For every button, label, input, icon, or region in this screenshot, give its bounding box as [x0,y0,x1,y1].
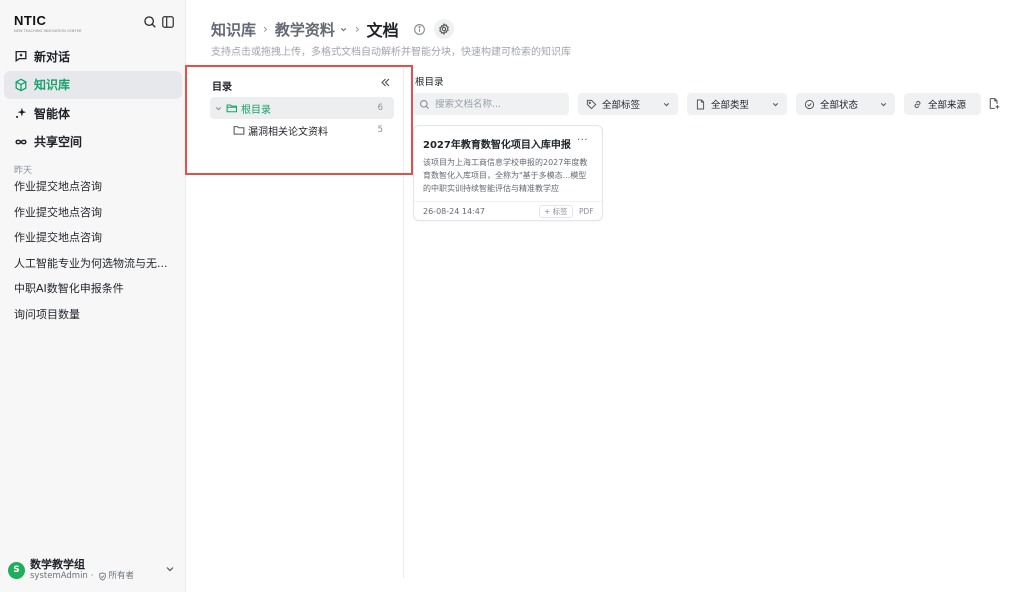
user-meta: systemAdmin · 所有者 [30,571,134,582]
infinity-icon [14,135,28,149]
nav-item-new-chat[interactable]: 新对话 [4,42,182,70]
tree-item-count: 6 [377,103,383,113]
chevron-down-icon [880,102,887,106]
chevron-down-icon[interactable] [339,25,348,34]
chat-icon [14,49,28,63]
chat-history-list: 作业提交地点咨询 作业提交地点咨询 作业提交地点咨询 人工智能专业为何选物流与无… [0,174,186,328]
nav-label: 智能体 [34,106,71,121]
history-item[interactable]: 询问项目数量 [0,302,186,328]
filter-label: 全部标签 [602,100,641,111]
page-title: 文档 [366,21,399,40]
filter-source-dropdown[interactable]: 全部来源 [904,93,981,115]
check-circle-icon [804,99,815,109]
tree-item-root[interactable]: 根目录 6 [210,97,394,119]
history-item[interactable]: 作业提交地点咨询 [0,200,186,226]
more-options-icon[interactable]: ··· [577,135,588,146]
tree-item-label: 漏洞相关论文资料 [248,126,328,138]
nav-item-shared-space[interactable]: 共享空间 [4,128,182,156]
breadcrumb: 知识库 › 教学资料 › 文档 [211,17,454,41]
nav-label: 共享空间 [34,135,83,149]
info-icon[interactable] [413,23,426,36]
nav-item-knowledge-base[interactable]: 知识库 [4,70,182,99]
history-item[interactable]: 中职AI数智化申报条件 [0,276,186,302]
filter-label: 全部类型 [711,100,750,111]
folder-open-icon [226,104,238,113]
tag-icon [586,99,597,109]
main-nav: 新对话 知识库 智能体 共享空间 [4,42,182,156]
gear-icon [438,23,449,35]
filter-label: 全部来源 [928,100,967,111]
history-item[interactable]: 作业提交地点咨询 [0,174,186,200]
directory-panel: 目录 根目录 6 漏洞相关论文资料 5 [186,66,404,578]
user-account: systemAdmin [30,571,88,581]
breadcrumb-knowledge-base[interactable]: 教学资料 [275,19,335,40]
folder-icon [233,126,245,135]
file-icon [696,99,705,109]
sidebar: NTIC NEW TEACHING INNOVATION CENTER 新对话 … [0,0,186,592]
history-item[interactable]: 人工智能专业为何选物流与无... [0,251,186,277]
document-description: 该项目为上海工商信息学校申报的2027年度教育数智化入库项目，全称为"基于多模态… [423,158,588,193]
document-type-badge: PDF [579,207,594,216]
search-input[interactable] [435,98,565,110]
filter-type-dropdown[interactable]: 全部类型 [687,93,787,115]
avatar: S [8,561,25,579]
nav-label: 知识库 [34,78,71,92]
logo-tagline: NEW TEACHING INNOVATION CENTER [14,28,82,33]
add-tag-button[interactable]: + 标签 [539,205,573,218]
user-name: 数学教学组 [30,558,85,571]
current-folder-label: 根目录 [415,77,444,88]
chevron-down-icon [663,102,670,106]
sidebar-toggle-icon[interactable] [161,15,175,29]
filter-status-dropdown[interactable]: 全部状态 [796,93,895,115]
user-info: 数学教学组 systemAdmin · 所有者 [30,558,134,582]
shield-icon [98,572,106,581]
settings-button[interactable] [433,19,454,39]
search-icon[interactable] [143,15,157,29]
logo-text: NTIC [14,13,47,28]
nav-item-agents[interactable]: 智能体 [4,99,182,127]
directory-title: 目录 [212,82,232,93]
document-search[interactable] [413,93,569,115]
collapse-left-icon[interactable] [380,77,391,88]
page-subtitle: 支持点击或拖拽上传，多格式文档自动解析并智能分块，快速构建可检索的知识库 [211,47,571,58]
document-date: 26-08-24 14:47 [423,207,485,216]
cube-icon [14,78,28,92]
user-role: 所有者 [108,571,135,581]
link-icon [914,100,921,108]
document-title: 2027年教育数智化项目入库申报 [423,140,571,151]
filter-label: 全部状态 [820,100,859,111]
nav-label: 新对话 [34,49,71,64]
app-logo[interactable]: NTIC NEW TEACHING INNOVATION CENTER [14,13,89,33]
chevron-down-icon[interactable] [214,104,223,113]
search-icon [419,99,430,109]
upload-file-icon[interactable] [988,97,1000,110]
document-card[interactable]: 2027年教育数智化项目入库申报 ··· 该项目为上海工商信息学校申报的2027… [413,125,603,221]
user-profile[interactable]: S 数学教学组 systemAdmin · 所有者 [8,556,180,584]
chevron-down-icon [166,567,174,572]
filter-tags-dropdown[interactable]: 全部标签 [578,93,678,115]
tree-item-label: 根目录 [241,104,271,116]
chevron-right-icon: › [263,22,268,36]
breadcrumb-root[interactable]: 知识库 [211,19,256,40]
user-separator: · [90,571,94,581]
sparkle-icon [14,106,28,120]
history-item[interactable]: 作业提交地点咨询 [0,225,186,251]
tree-item-folder[interactable]: 漏洞相关论文资料 5 [230,119,394,141]
document-footer: 26-08-24 14:47 + 标签 PDF [414,201,602,221]
chevron-right-icon: › [354,22,360,36]
chevron-down-icon [772,102,779,106]
tree-item-count: 5 [377,125,383,135]
